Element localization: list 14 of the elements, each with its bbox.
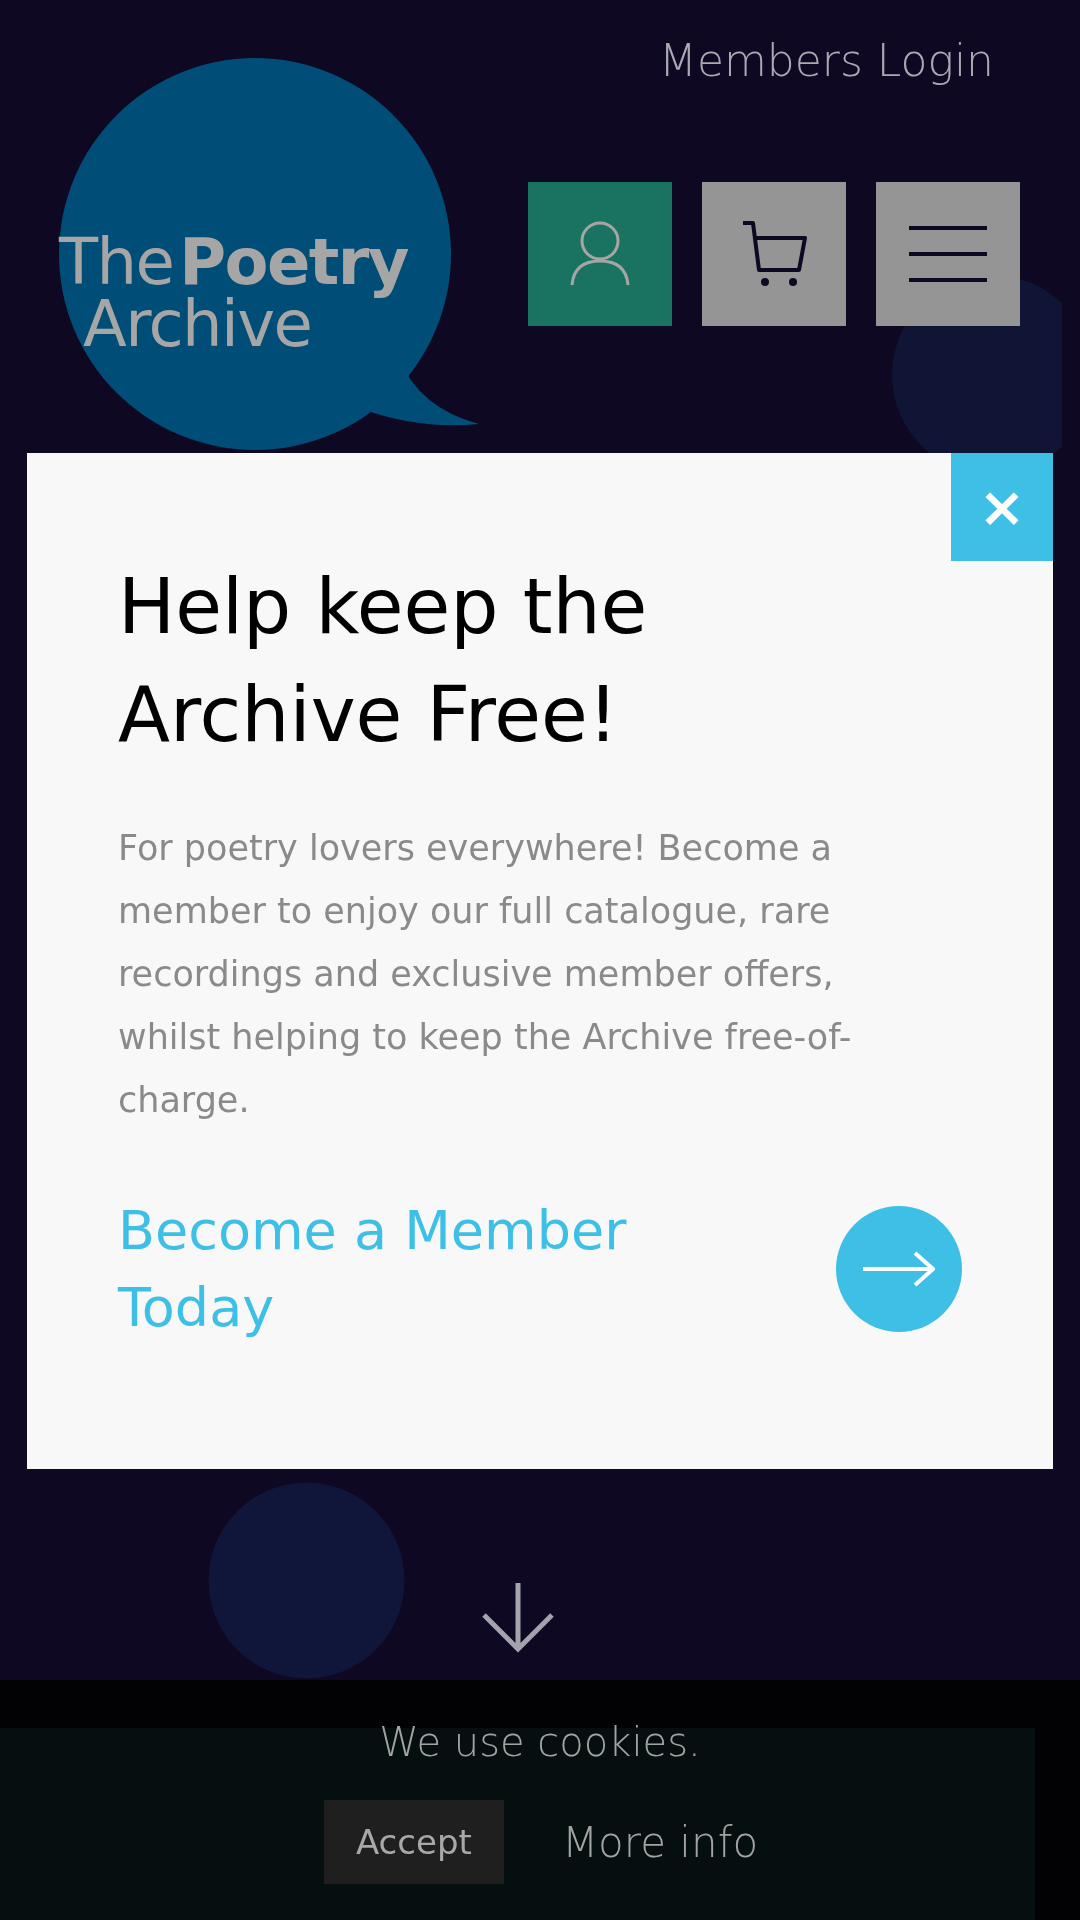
- members-login-link[interactable]: Members Login: [658, 32, 994, 90]
- modal-title: Help keep the Archive Free!: [118, 561, 649, 761]
- arrow-right-icon: [863, 1251, 935, 1287]
- more-info-link[interactable]: More info: [561, 1810, 759, 1874]
- menu-button[interactable]: [876, 182, 1020, 326]
- cookie-message: We use cookies.: [379, 1718, 701, 1767]
- menu-icon: [909, 225, 987, 283]
- cart-icon: [741, 220, 807, 288]
- cart-button[interactable]: [702, 182, 846, 326]
- accept-button[interactable]: Accept: [323, 1800, 504, 1884]
- logo[interactable]: The Poetry Archive: [59, 58, 479, 454]
- user-icon: [570, 221, 630, 287]
- arrow-down-icon: [482, 1583, 554, 1653]
- modal-description: For poetry lovers everywhere! Become a member to enjoy our full catalogue, rare recordings and exclusive member offers, whilst helping to keep the Archive free-of-charge.: [118, 827, 853, 1122]
